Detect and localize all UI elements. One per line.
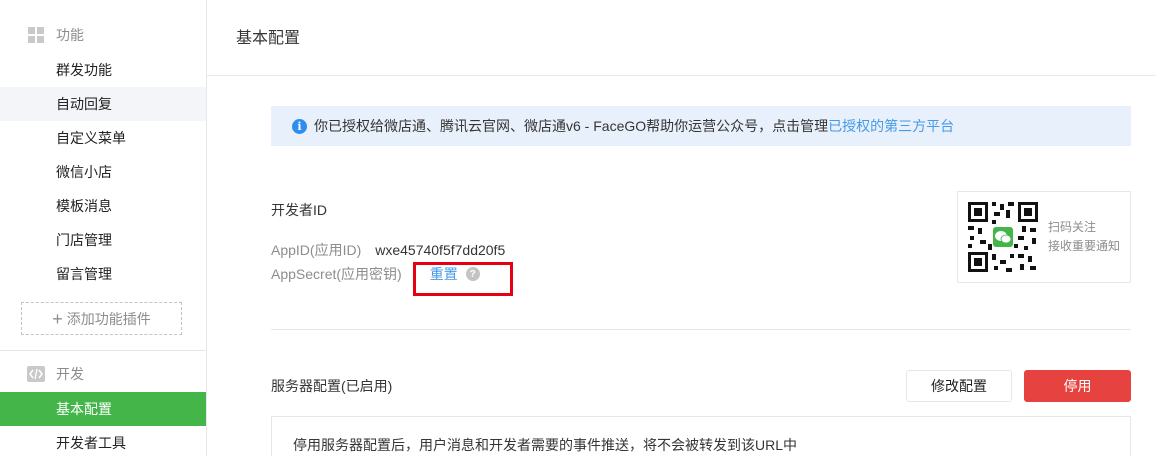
sidebar-item-custom-menu[interactable]: 自定义菜单 — [0, 121, 206, 155]
sidebar-group-function: 功能 — [0, 17, 206, 53]
info-icon: i — [292, 118, 307, 134]
appid-label: AppID(应用ID) — [271, 242, 362, 258]
notice-text: 你已授权给微店通、腾讯云官网、微店通v6 - FaceGO帮助你运营公众号，点击… — [314, 118, 829, 134]
developer-id-title: 开发者ID — [271, 202, 327, 218]
sidebar-group-title: 开发 — [56, 366, 84, 382]
plus-icon: + — [52, 308, 63, 329]
qr-caption-line2: 接收重要通知 — [1048, 239, 1121, 253]
sidebar-group-title: 功能 — [56, 27, 84, 43]
qr-caption-line1: 扫码关注 — [1048, 220, 1097, 234]
sidebar-group-develop: 开发 — [0, 356, 206, 392]
add-plugin-button[interactable]: + 添加功能插件 — [21, 302, 182, 335]
qr-code-image — [966, 200, 1040, 274]
appid-value: wxe45740f5f7dd20f5 — [375, 242, 506, 258]
qr-caption: 扫码关注 接收重要通知 — [1048, 218, 1120, 256]
appsecret-label: AppSecret(应用密钥) — [271, 266, 402, 282]
disable-button[interactable]: 停用 — [1024, 370, 1131, 402]
sidebar-divider — [0, 350, 206, 351]
main-content: 基本配置 i 你已授权给微店通、腾讯云官网、微店通v6 - FaceGO帮助你运… — [207, 0, 1156, 456]
sidebar-item-mass-send[interactable]: 群发功能 — [0, 53, 206, 87]
sidebar-item-comment-management[interactable]: 留言管理 — [0, 257, 206, 291]
sidebar-item-auto-reply[interactable]: 自动回复 — [0, 87, 206, 121]
qr-code-card: 扫码关注 接收重要通知 — [957, 191, 1131, 283]
grid-icon — [27, 26, 45, 44]
server-config-title: 服务器配置(已启用) — [271, 378, 393, 394]
authorization-notice: i 你已授权给微店通、腾讯云官网、微店通v6 - FaceGO帮助你运营公众号，… — [271, 106, 1131, 146]
sidebar-item-developer-tools[interactable]: 开发者工具 — [0, 426, 206, 456]
page-title: 基本配置 — [207, 0, 1156, 76]
sidebar: 功能 群发功能 自动回复 自定义菜单 微信小店 模板消息 门店管理 留言管理 +… — [0, 0, 207, 456]
sidebar-item-template-message[interactable]: 模板消息 — [0, 189, 206, 223]
add-plugin-label: 添加功能插件 — [66, 310, 151, 327]
sidebar-item-store-management[interactable]: 门店管理 — [0, 223, 206, 257]
code-icon — [27, 365, 45, 383]
sidebar-item-basic-config[interactable]: 基本配置 — [0, 392, 206, 426]
modify-config-button[interactable]: 修改配置 — [906, 370, 1012, 402]
highlight-box — [413, 262, 513, 296]
server-config-description: 停用服务器配置后，用户消息和开发者需要的事件推送，将不会被转发到该URL中 — [271, 416, 1131, 456]
appid-row: AppID(应用ID) wxe45740f5f7dd20f5 — [271, 240, 505, 260]
section-divider — [271, 329, 1131, 330]
third-party-platform-link[interactable]: 已授权的第三方平台 — [828, 116, 954, 136]
sidebar-item-wechat-store[interactable]: 微信小店 — [0, 155, 206, 189]
